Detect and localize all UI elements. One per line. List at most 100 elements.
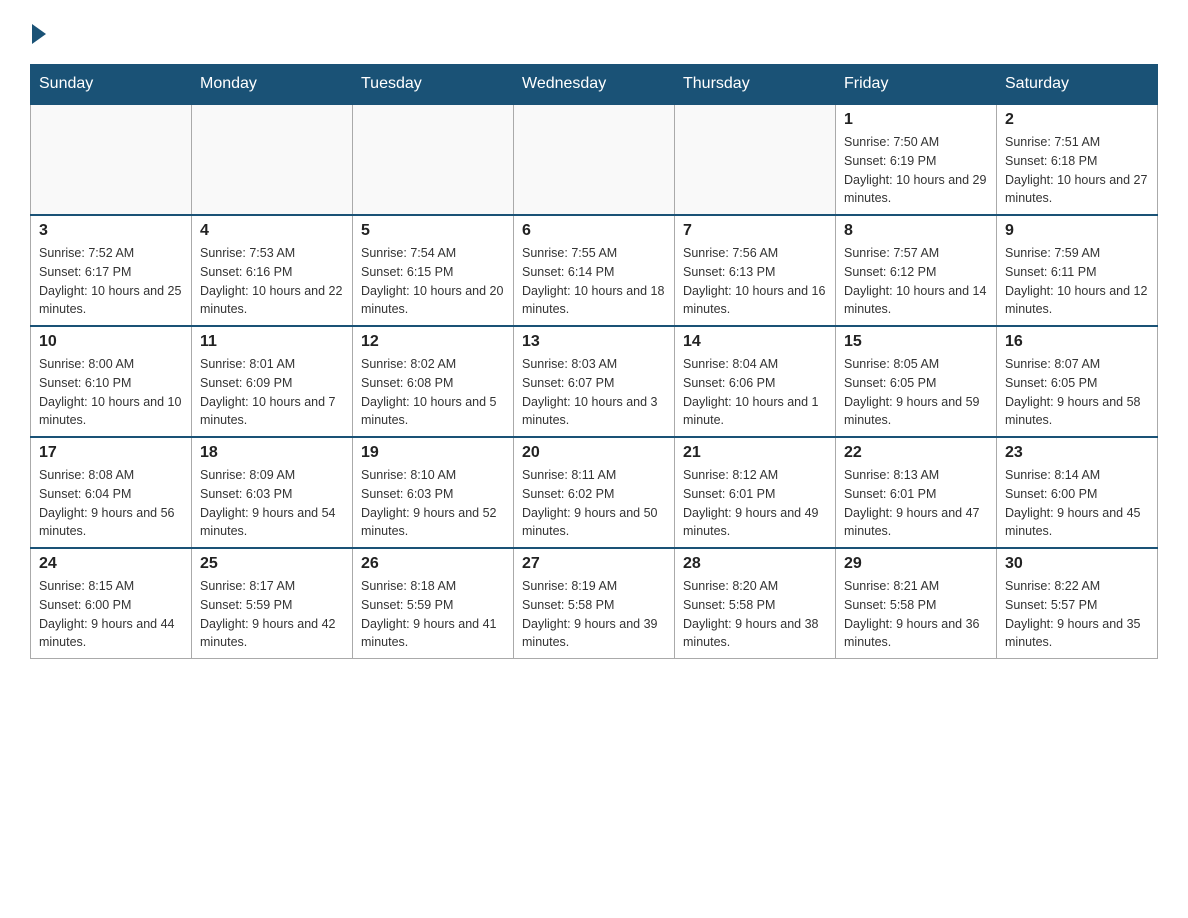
calendar-cell: 10 Sunrise: 8:00 AMSunset: 6:10 PMDayligh… (31, 326, 192, 437)
day-info: Sunrise: 7:51 AMSunset: 6:18 PMDaylight:… (1005, 133, 1149, 208)
calendar-cell: 16 Sunrise: 8:07 AMSunset: 6:05 PMDayligh… (997, 326, 1158, 437)
calendar-week-row: 17 Sunrise: 8:08 AMSunset: 6:04 PMDayligh… (31, 437, 1158, 548)
calendar-cell: 18 Sunrise: 8:09 AMSunset: 6:03 PMDayligh… (192, 437, 353, 548)
day-number: 16 (1005, 333, 1149, 351)
calendar-cell: 29 Sunrise: 8:21 AMSunset: 5:58 PMDayligh… (836, 548, 997, 659)
calendar-week-row: 24 Sunrise: 8:15 AMSunset: 6:00 PMDayligh… (31, 548, 1158, 659)
day-number: 30 (1005, 555, 1149, 573)
calendar-cell: 12 Sunrise: 8:02 AMSunset: 6:08 PMDayligh… (353, 326, 514, 437)
calendar-week-row: 1 Sunrise: 7:50 AMSunset: 6:19 PMDaylight… (31, 104, 1158, 215)
day-info: Sunrise: 7:59 AMSunset: 6:11 PMDaylight:… (1005, 244, 1149, 319)
calendar-cell (192, 104, 353, 215)
day-number: 29 (844, 555, 988, 573)
day-number: 24 (39, 555, 183, 573)
calendar-cell: 3Sunrise: 7:52 AMSunset: 6:17 PMDaylight… (31, 215, 192, 326)
calendar-cell: 28 Sunrise: 8:20 AMSunset: 5:58 PMDayligh… (675, 548, 836, 659)
day-number: 10 (39, 333, 183, 351)
day-info: Sunrise: 8:08 AMSunset: 6:04 PMDaylight:… (39, 466, 183, 541)
day-info: Sunrise: 7:57 AMSunset: 6:12 PMDaylight:… (844, 244, 988, 319)
calendar-header-row: SundayMondayTuesdayWednesdayThursdayFrid… (31, 65, 1158, 105)
day-info: Sunrise: 7:55 AMSunset: 6:14 PMDaylight:… (522, 244, 666, 319)
calendar-cell: 24 Sunrise: 8:15 AMSunset: 6:00 PMDayligh… (31, 548, 192, 659)
calendar-cell: 20Sunrise: 8:11 AMSunset: 6:02 PMDayligh… (514, 437, 675, 548)
day-number: 6 (522, 222, 666, 240)
day-info: Sunrise: 7:50 AMSunset: 6:19 PMDaylight:… (844, 133, 988, 208)
day-info: Sunrise: 8:13 AMSunset: 6:01 PMDaylight:… (844, 466, 988, 541)
day-info: Sunrise: 8:18 AMSunset: 5:59 PMDaylight:… (361, 577, 505, 652)
calendar-cell: 23 Sunrise: 8:14 AMSunset: 6:00 PMDayligh… (997, 437, 1158, 548)
calendar-cell (31, 104, 192, 215)
day-info: Sunrise: 7:53 AMSunset: 6:16 PMDaylight:… (200, 244, 344, 319)
calendar-cell: 1 Sunrise: 7:50 AMSunset: 6:19 PMDaylight… (836, 104, 997, 215)
day-info: Sunrise: 8:03 AMSunset: 6:07 PMDaylight:… (522, 355, 666, 430)
day-number: 13 (522, 333, 666, 351)
day-number: 20 (522, 444, 666, 462)
weekday-header-monday: Monday (192, 65, 353, 105)
day-number: 8 (844, 222, 988, 240)
logo-arrow-icon (32, 24, 46, 44)
weekday-header-thursday: Thursday (675, 65, 836, 105)
day-info: Sunrise: 8:10 AMSunset: 6:03 PMDaylight:… (361, 466, 505, 541)
day-number: 15 (844, 333, 988, 351)
day-info: Sunrise: 8:07 AMSunset: 6:05 PMDaylight:… (1005, 355, 1149, 430)
calendar-cell: 25 Sunrise: 8:17 AMSunset: 5:59 PMDayligh… (192, 548, 353, 659)
day-number: 5 (361, 222, 505, 240)
day-info: Sunrise: 8:20 AMSunset: 5:58 PMDaylight:… (683, 577, 827, 652)
calendar-cell: 11 Sunrise: 8:01 AMSunset: 6:09 PMDayligh… (192, 326, 353, 437)
calendar-cell (675, 104, 836, 215)
day-info: Sunrise: 8:05 AMSunset: 6:05 PMDaylight:… (844, 355, 988, 430)
logo (30, 20, 46, 44)
day-info: Sunrise: 8:17 AMSunset: 5:59 PMDaylight:… (200, 577, 344, 652)
calendar-cell: 6 Sunrise: 7:55 AMSunset: 6:14 PMDaylight… (514, 215, 675, 326)
day-info: Sunrise: 8:00 AMSunset: 6:10 PMDaylight:… (39, 355, 183, 430)
calendar-week-row: 3Sunrise: 7:52 AMSunset: 6:17 PMDaylight… (31, 215, 1158, 326)
day-number: 1 (844, 111, 988, 129)
calendar-cell (514, 104, 675, 215)
day-number: 28 (683, 555, 827, 573)
day-number: 18 (200, 444, 344, 462)
day-info: Sunrise: 8:04 AMSunset: 6:06 PMDaylight:… (683, 355, 827, 430)
calendar-cell: 5 Sunrise: 7:54 AMSunset: 6:15 PMDaylight… (353, 215, 514, 326)
weekday-header-wednesday: Wednesday (514, 65, 675, 105)
calendar-cell: 26 Sunrise: 8:18 AMSunset: 5:59 PMDayligh… (353, 548, 514, 659)
day-number: 17 (39, 444, 183, 462)
day-number: 23 (1005, 444, 1149, 462)
day-info: Sunrise: 8:12 AMSunset: 6:01 PMDaylight:… (683, 466, 827, 541)
calendar-cell (353, 104, 514, 215)
day-number: 2 (1005, 111, 1149, 129)
day-number: 27 (522, 555, 666, 573)
calendar-cell: 14Sunrise: 8:04 AMSunset: 6:06 PMDayligh… (675, 326, 836, 437)
calendar-cell: 2 Sunrise: 7:51 AMSunset: 6:18 PMDaylight… (997, 104, 1158, 215)
day-number: 25 (200, 555, 344, 573)
day-number: 12 (361, 333, 505, 351)
calendar-cell: 4 Sunrise: 7:53 AMSunset: 6:16 PMDaylight… (192, 215, 353, 326)
day-info: Sunrise: 8:09 AMSunset: 6:03 PMDaylight:… (200, 466, 344, 541)
calendar-cell: 7Sunrise: 7:56 AMSunset: 6:13 PMDaylight… (675, 215, 836, 326)
weekday-header-friday: Friday (836, 65, 997, 105)
calendar-cell: 15 Sunrise: 8:05 AMSunset: 6:05 PMDayligh… (836, 326, 997, 437)
day-number: 7 (683, 222, 827, 240)
day-number: 21 (683, 444, 827, 462)
day-info: Sunrise: 8:19 AMSunset: 5:58 PMDaylight:… (522, 577, 666, 652)
day-number: 4 (200, 222, 344, 240)
calendar-cell: 8 Sunrise: 7:57 AMSunset: 6:12 PMDaylight… (836, 215, 997, 326)
calendar-cell: 21 Sunrise: 8:12 AMSunset: 6:01 PMDayligh… (675, 437, 836, 548)
calendar-table: SundayMondayTuesdayWednesdayThursdayFrid… (30, 64, 1158, 659)
calendar-cell: 27 Sunrise: 8:19 AMSunset: 5:58 PMDayligh… (514, 548, 675, 659)
day-info: Sunrise: 7:52 AMSunset: 6:17 PMDaylight:… (39, 244, 183, 319)
day-info: Sunrise: 8:21 AMSunset: 5:58 PMDaylight:… (844, 577, 988, 652)
day-info: Sunrise: 8:14 AMSunset: 6:00 PMDaylight:… (1005, 466, 1149, 541)
calendar-cell: 13 Sunrise: 8:03 AMSunset: 6:07 PMDayligh… (514, 326, 675, 437)
day-number: 9 (1005, 222, 1149, 240)
weekday-header-saturday: Saturday (997, 65, 1158, 105)
day-number: 11 (200, 333, 344, 351)
day-number: 26 (361, 555, 505, 573)
calendar-cell: 22Sunrise: 8:13 AMSunset: 6:01 PMDayligh… (836, 437, 997, 548)
day-info: Sunrise: 8:22 AMSunset: 5:57 PMDaylight:… (1005, 577, 1149, 652)
day-info: Sunrise: 7:54 AMSunset: 6:15 PMDaylight:… (361, 244, 505, 319)
calendar-cell: 19Sunrise: 8:10 AMSunset: 6:03 PMDayligh… (353, 437, 514, 548)
day-info: Sunrise: 8:15 AMSunset: 6:00 PMDaylight:… (39, 577, 183, 652)
day-info: Sunrise: 8:01 AMSunset: 6:09 PMDaylight:… (200, 355, 344, 430)
day-info: Sunrise: 8:02 AMSunset: 6:08 PMDaylight:… (361, 355, 505, 430)
calendar-week-row: 10 Sunrise: 8:00 AMSunset: 6:10 PMDayligh… (31, 326, 1158, 437)
